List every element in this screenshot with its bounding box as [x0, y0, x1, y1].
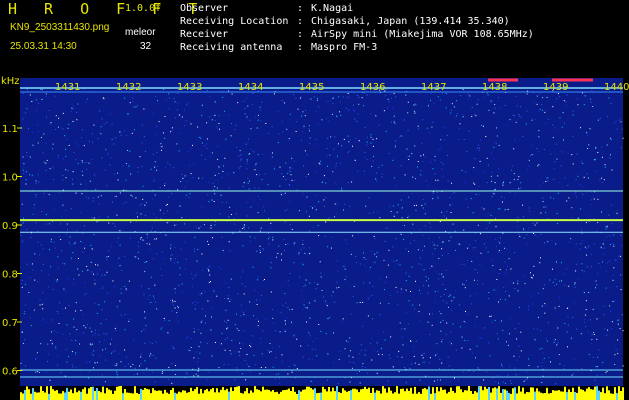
y-tick-label: 0.7: [2, 318, 18, 329]
y-tick-label: 0.9: [2, 221, 18, 232]
time-tick-label: 1437: [421, 82, 446, 93]
time-tick-label: 1439: [543, 82, 568, 93]
time-tick-label: 1432: [116, 82, 141, 93]
signal-level-bar: [20, 386, 624, 400]
y-tick-label: 0.6: [2, 367, 18, 378]
time-tick-label: 1438: [482, 82, 507, 93]
time-tick-label: 1433: [177, 82, 202, 93]
time-tick-label: 1434: [238, 82, 263, 93]
spectrogram: kHz 1.1 1.0 0.9 0.8 0.7 0.6 1431 1432 1433 1434 14…: [1, 76, 629, 400]
time-tick-label: 1431: [55, 82, 80, 93]
time-tick-label: 1440: [604, 82, 629, 93]
time-tick-label: 1435: [299, 82, 324, 93]
y-axis: kHz 1.1 1.0 0.9 0.8 0.7 0.6: [1, 76, 22, 378]
y-tick-label: 0.8: [2, 270, 18, 281]
y-tick-label: 1.0: [2, 173, 18, 184]
time-tick-label: 1436: [360, 82, 385, 93]
y-tick-label: 1.1: [2, 124, 18, 135]
y-axis-unit: kHz: [1, 76, 20, 87]
